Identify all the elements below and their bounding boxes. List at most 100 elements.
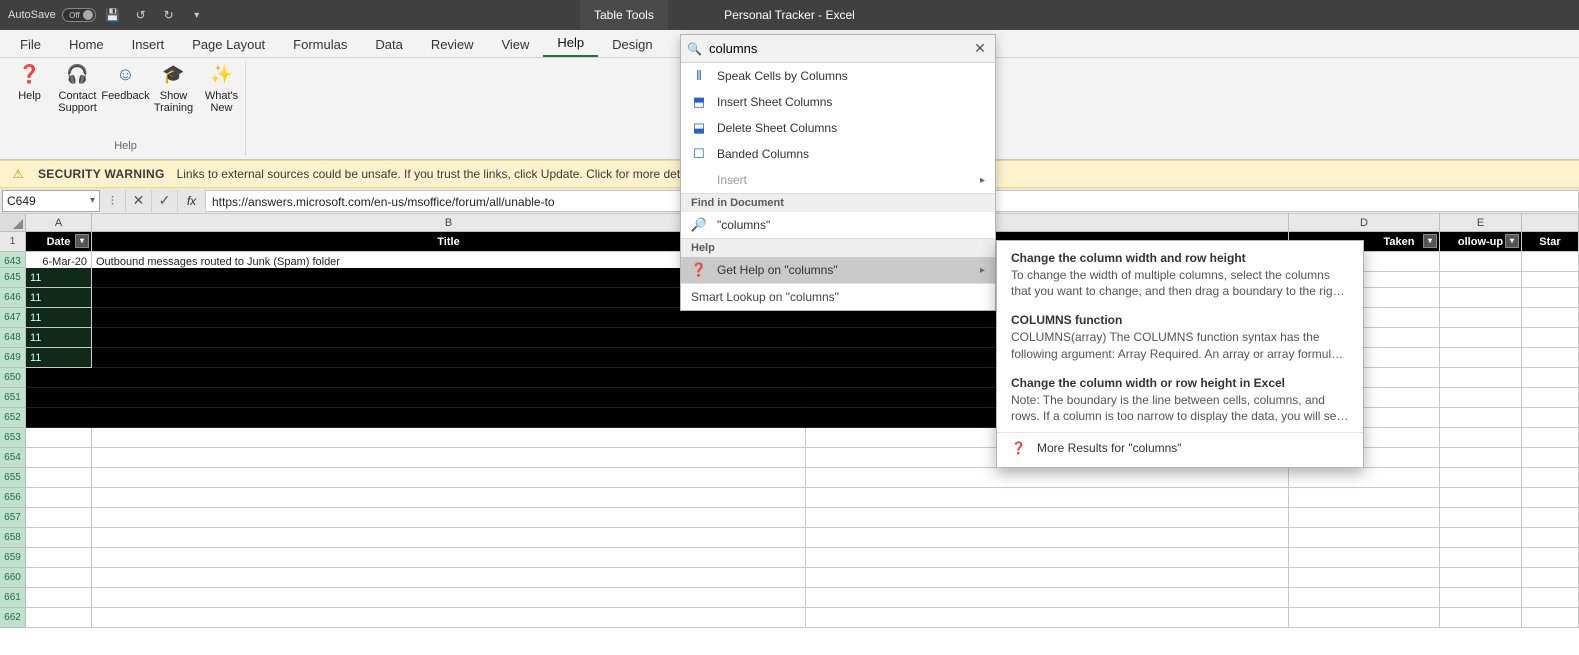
filter-icon[interactable]: ▾: [1423, 234, 1437, 248]
row-header[interactable]: 649: [0, 348, 26, 368]
cell[interactable]: [806, 488, 1289, 508]
tab-help[interactable]: Help: [543, 29, 598, 57]
header-star[interactable]: Star: [1522, 232, 1579, 252]
cell[interactable]: [1522, 448, 1579, 468]
cell-black[interactable]: [92, 308, 806, 328]
cell-black[interactable]: [92, 368, 806, 388]
tab-insert[interactable]: Insert: [118, 31, 179, 57]
cell[interactable]: [92, 448, 806, 468]
cell[interactable]: [1522, 548, 1579, 568]
tab-formulas[interactable]: Formulas: [279, 31, 361, 57]
row-header[interactable]: 647: [0, 308, 26, 328]
cell-key[interactable]: 11: [26, 328, 92, 348]
cell[interactable]: [1289, 588, 1440, 608]
cell[interactable]: [1440, 328, 1522, 348]
cell[interactable]: [1289, 508, 1440, 528]
cell-black[interactable]: [92, 388, 806, 408]
cell[interactable]: [92, 428, 806, 448]
cell[interactable]: [806, 548, 1289, 568]
enter-icon[interactable]: ✓: [152, 190, 178, 212]
tellme-smart-lookup[interactable]: Smart Lookup on "columns": [681, 283, 995, 310]
cell[interactable]: [1440, 608, 1522, 628]
row-header[interactable]: 661: [0, 588, 26, 608]
cell[interactable]: [1522, 328, 1579, 348]
cell[interactable]: [1440, 408, 1522, 428]
row-header[interactable]: 657: [0, 508, 26, 528]
cell[interactable]: [1440, 288, 1522, 308]
row-header[interactable]: 659: [0, 548, 26, 568]
cell-black[interactable]: [92, 348, 806, 368]
cell[interactable]: [1522, 368, 1579, 388]
column-header-F[interactable]: [1522, 214, 1579, 231]
cell[interactable]: [26, 448, 92, 468]
help-result-3[interactable]: Change the column width or row height in…: [997, 370, 1363, 432]
header-date[interactable]: Date ▾: [26, 232, 92, 252]
cell-black[interactable]: [26, 368, 92, 388]
name-box[interactable]: C649 ▾: [2, 190, 100, 212]
tab-page-layout[interactable]: Page Layout: [178, 31, 279, 57]
formula-expand-icon[interactable]: ⁝: [100, 190, 126, 212]
cell[interactable]: [1440, 268, 1522, 288]
cell[interactable]: [92, 588, 806, 608]
column-header-A[interactable]: A: [26, 214, 92, 231]
tell-me-input[interactable]: [709, 41, 971, 56]
cell[interactable]: [26, 508, 92, 528]
show-training-button[interactable]: 🎓 Show Training: [152, 64, 196, 114]
row-header[interactable]: 656: [0, 488, 26, 508]
cell[interactable]: [92, 568, 806, 588]
cell-key[interactable]: 11: [26, 288, 92, 308]
cell[interactable]: [26, 548, 92, 568]
cell[interactable]: [26, 468, 92, 488]
cell[interactable]: [92, 528, 806, 548]
cell[interactable]: [1440, 548, 1522, 568]
cell-black[interactable]: [26, 408, 92, 428]
row-header[interactable]: 646: [0, 288, 26, 308]
cell[interactable]: [806, 588, 1289, 608]
row-header[interactable]: 654: [0, 448, 26, 468]
cell-black[interactable]: [92, 328, 806, 348]
row-header[interactable]: 658: [0, 528, 26, 548]
tellme-get-help[interactable]: ❓ Get Help on "columns" ▸: [681, 257, 995, 283]
cell[interactable]: [1440, 388, 1522, 408]
cell[interactable]: [1522, 308, 1579, 328]
cell[interactable]: [92, 488, 806, 508]
cell[interactable]: [1440, 348, 1522, 368]
help-more-results[interactable]: ❓ More Results for "columns": [997, 432, 1363, 463]
cell-black[interactable]: [92, 408, 806, 428]
row-header[interactable]: 643: [0, 252, 26, 268]
contact-support-button[interactable]: 🎧 Contact Support: [56, 64, 100, 114]
cell[interactable]: [1522, 428, 1579, 448]
cell[interactable]: [806, 468, 1289, 488]
help-result-2[interactable]: COLUMNS function COLUMNS(array) The COLU…: [997, 307, 1363, 369]
cell[interactable]: [1440, 468, 1522, 488]
whats-new-button[interactable]: ✨ What's New: [200, 64, 244, 114]
cell[interactable]: [1440, 528, 1522, 548]
cell[interactable]: [1522, 388, 1579, 408]
tellme-speak-cells[interactable]: ⦀ Speak Cells by Columns: [681, 63, 995, 89]
fx-icon[interactable]: fx: [178, 190, 206, 212]
tab-data[interactable]: Data: [361, 31, 416, 57]
row-header[interactable]: 651: [0, 388, 26, 408]
cancel-icon[interactable]: ✕: [126, 190, 152, 212]
close-icon[interactable]: ✕: [971, 40, 989, 57]
cell[interactable]: [1440, 488, 1522, 508]
row-header[interactable]: 645: [0, 268, 26, 288]
row-header[interactable]: 660: [0, 568, 26, 588]
row-header[interactable]: 662: [0, 608, 26, 628]
cell[interactable]: [1522, 288, 1579, 308]
header-followup[interactable]: ollow-up ▾: [1440, 232, 1522, 252]
row-header[interactable]: 1: [0, 232, 26, 252]
cell[interactable]: [92, 608, 806, 628]
cell[interactable]: [1522, 528, 1579, 548]
select-all-corner[interactable]: [0, 214, 26, 231]
cell[interactable]: [1522, 588, 1579, 608]
cell[interactable]: [26, 428, 92, 448]
cell-key[interactable]: 11: [26, 348, 92, 368]
cell[interactable]: [92, 548, 806, 568]
cell[interactable]: [806, 508, 1289, 528]
cell[interactable]: [1522, 568, 1579, 588]
row-header[interactable]: 648: [0, 328, 26, 348]
tab-file[interactable]: File: [6, 31, 55, 57]
cell[interactable]: [1289, 488, 1440, 508]
cell[interactable]: [92, 508, 806, 528]
